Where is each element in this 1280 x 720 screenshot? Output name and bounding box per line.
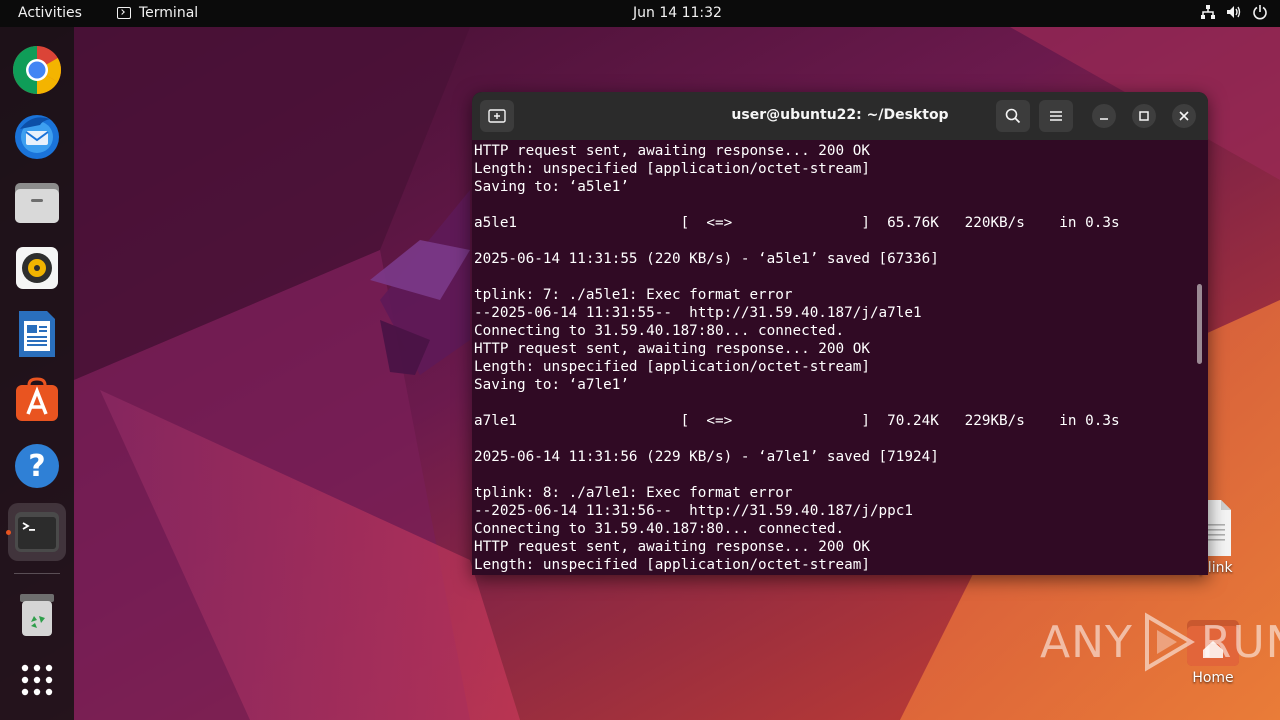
clock[interactable]: Jun 14 11:32 xyxy=(633,5,722,21)
running-indicator xyxy=(6,530,11,535)
search-button[interactable] xyxy=(996,100,1030,132)
files-icon xyxy=(15,183,59,223)
desktop-item-label: Home xyxy=(1192,670,1234,686)
help-icon: ? xyxy=(15,444,59,488)
dock-item-writer[interactable] xyxy=(8,305,66,363)
close-icon xyxy=(1179,111,1189,121)
terminal-line: tplink: 7: ./a5le1: Exec format error xyxy=(474,287,793,303)
dock-item-show-apps[interactable] xyxy=(8,651,66,709)
terminal-line: Length: unspecified [application/octet-s… xyxy=(474,557,870,573)
new-tab-icon xyxy=(488,109,506,123)
trash-icon xyxy=(20,594,54,636)
terminal-line: Saving to: ‘a5le1’ xyxy=(474,179,629,195)
dock-item-chrome[interactable] xyxy=(8,41,66,99)
terminal-line: HTTP request sent, awaiting response... … xyxy=(474,539,870,555)
terminal-line: a5le1 [ <=> ] 65.76K 220KB/s in 0.3s xyxy=(474,215,1120,231)
dock-item-terminal[interactable] xyxy=(8,503,66,561)
hamburger-menu-icon xyxy=(1050,111,1062,121)
menu-button[interactable] xyxy=(1039,100,1073,132)
terminal-scrollbar[interactable] xyxy=(1197,284,1202,364)
window-title: user@ubuntu22: ~/Desktop xyxy=(731,107,949,123)
maximize-icon xyxy=(1139,111,1149,121)
terminal-line: HTTP request sent, awaiting response... … xyxy=(474,143,870,159)
dock: ? xyxy=(0,27,74,720)
terminal-line: 2025-06-14 11:31:56 (229 KB/s) - ‘a7le1’… xyxy=(474,449,939,465)
play-logo-icon xyxy=(1144,612,1195,672)
close-button[interactable] xyxy=(1172,104,1196,128)
minimize-icon xyxy=(1100,118,1108,120)
app-center-icon xyxy=(16,377,58,421)
writer-icon xyxy=(19,311,55,357)
watermark-text-left: ANY xyxy=(1040,616,1133,668)
dock-item-trash[interactable] xyxy=(8,586,66,644)
thunderbird-icon xyxy=(15,115,59,159)
dock-item-thunderbird[interactable] xyxy=(8,107,66,165)
dock-separator xyxy=(14,573,60,574)
terminal-header-bar[interactable]: user@ubuntu22: ~/Desktop xyxy=(472,92,1208,140)
terminal-icon xyxy=(15,512,59,552)
app-grid-icon xyxy=(21,664,53,696)
app-menu-button[interactable]: Terminal xyxy=(117,5,198,21)
terminal-line: HTTP request sent, awaiting response... … xyxy=(474,341,870,357)
terminal-line: Connecting to 31.59.40.187:80... connect… xyxy=(474,323,845,339)
top-bar: Activities Terminal Jun 14 11:32 xyxy=(0,0,1280,27)
terminal-line: a7le1 [ <=> ] 70.24K 229KB/s in 0.3s xyxy=(474,413,1120,429)
terminal-line: --2025-06-14 11:31:55-- http://31.59.40.… xyxy=(474,305,922,321)
terminal-line: tplink: 8: ./a7le1: Exec format error xyxy=(474,485,793,501)
svg-text:?: ? xyxy=(28,449,45,484)
chrome-icon xyxy=(12,45,62,94)
dock-item-app-center[interactable] xyxy=(8,371,66,429)
system-tray[interactable] xyxy=(1200,4,1268,20)
new-tab-button[interactable] xyxy=(480,100,514,132)
search-icon xyxy=(1005,108,1021,124)
anyrun-watermark: ANY RUN xyxy=(1040,612,1280,672)
dock-item-help[interactable]: ? xyxy=(8,437,66,495)
maximize-button[interactable] xyxy=(1132,104,1156,128)
dock-item-files[interactable] xyxy=(8,173,66,231)
terminal-line: 2025-06-14 11:31:55 (220 KB/s) - ‘a5le1’… xyxy=(474,251,939,267)
dock-item-rhythmbox[interactable] xyxy=(8,239,66,297)
terminal-line: Length: unspecified [application/octet-s… xyxy=(474,161,870,177)
terminal-line: Connecting to 31.59.40.187:80... connect… xyxy=(474,521,845,537)
volume-icon[interactable] xyxy=(1226,4,1242,20)
rhythmbox-icon xyxy=(16,247,58,289)
watermark-text-right: RUN xyxy=(1200,616,1280,668)
terminal-line: Saving to: ‘a7le1’ xyxy=(474,377,629,393)
terminal-window[interactable]: user@ubuntu22: ~/Desktop HTTP request se… xyxy=(472,92,1208,575)
network-icon[interactable] xyxy=(1200,4,1216,20)
terminal-output[interactable]: HTTP request sent, awaiting response... … xyxy=(474,142,1192,575)
terminal-line: --2025-06-14 11:31:56-- http://31.59.40.… xyxy=(474,503,913,519)
activities-button[interactable]: Activities xyxy=(18,5,82,21)
app-menu-label: Terminal xyxy=(139,5,199,21)
terminal-line: Length: unspecified [application/octet-s… xyxy=(474,359,870,375)
power-icon[interactable] xyxy=(1252,4,1268,20)
minimize-button[interactable] xyxy=(1092,104,1116,128)
terminal-app-icon xyxy=(117,7,131,19)
